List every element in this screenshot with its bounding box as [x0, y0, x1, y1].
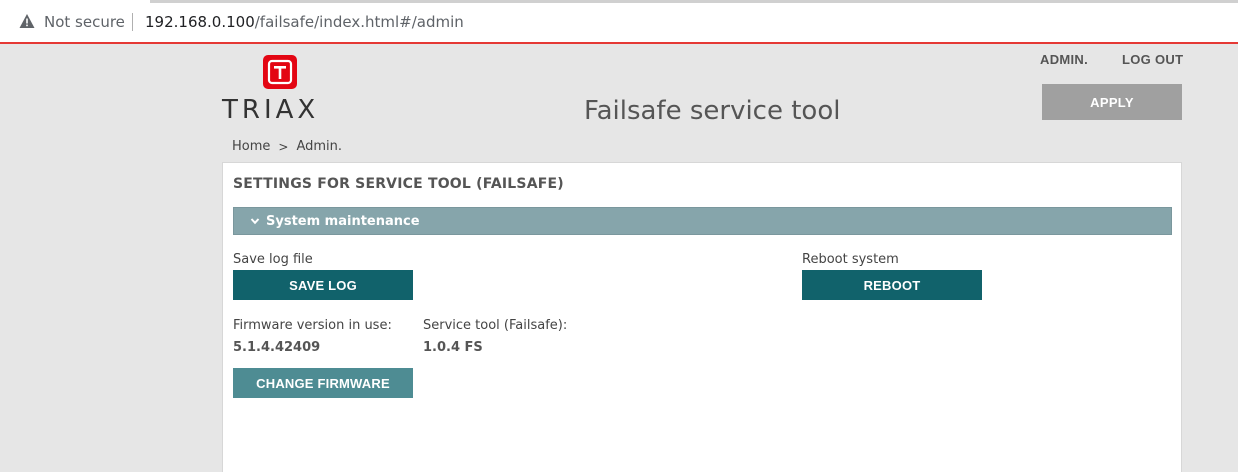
save-log-button[interactable]: SAVE LOG [233, 270, 413, 300]
panel-title: SETTINGS FOR SERVICE TOOL (FAILSAFE) [233, 176, 564, 192]
page-title: Failsafe service tool [584, 96, 841, 126]
system-maintenance-section-header[interactable]: System maintenance [233, 207, 1172, 235]
logout-link[interactable]: LOG OUT [1122, 52, 1183, 67]
change-firmware-button[interactable]: CHANGE FIRMWARE [233, 368, 413, 398]
breadcrumb-current: Admin. [296, 139, 343, 154]
apply-button[interactable]: APPLY [1042, 84, 1182, 120]
firmware-version-value: 5.1.4.42409 [233, 340, 321, 355]
url-path: /failsafe/index.html#/admin [254, 13, 464, 31]
url-field[interactable]: 192.168.0.100/failsafe/index.html#/admin [145, 13, 464, 31]
service-tool-value: 1.0.4 FS [423, 340, 483, 355]
reboot-label: Reboot system [802, 252, 899, 267]
triax-logo[interactable]: TRIAX [222, 55, 340, 125]
security-status[interactable]: Not secure [44, 13, 125, 31]
tab-strip-edge [150, 0, 1238, 3]
breadcrumb: Home > Admin. [232, 139, 342, 154]
chevron-down-icon [250, 218, 260, 225]
logo-mark [263, 55, 297, 89]
service-tool-label: Service tool (Failsafe): [423, 318, 568, 333]
breadcrumb-separator: > [278, 139, 289, 154]
reboot-button[interactable]: REBOOT [802, 270, 982, 300]
warning-icon[interactable] [19, 13, 35, 29]
nav-admin-link[interactable]: ADMIN. [1040, 52, 1088, 67]
address-bar-border [0, 42, 1238, 44]
section-title: System maintenance [266, 213, 420, 229]
address-bar[interactable]: Not secure 192.168.0.100/failsafe/index.… [0, 0, 1238, 42]
firmware-version-label: Firmware version in use: [233, 318, 392, 333]
url-host: 192.168.0.100 [145, 13, 255, 31]
logo-t-icon [267, 59, 293, 85]
settings-panel: SETTINGS FOR SERVICE TOOL (FAILSAFE) Sys… [222, 162, 1182, 472]
divider [132, 13, 133, 31]
save-log-label: Save log file [233, 252, 313, 267]
breadcrumb-home[interactable]: Home [232, 139, 270, 154]
logo-wordmark: TRIAX [222, 95, 320, 125]
